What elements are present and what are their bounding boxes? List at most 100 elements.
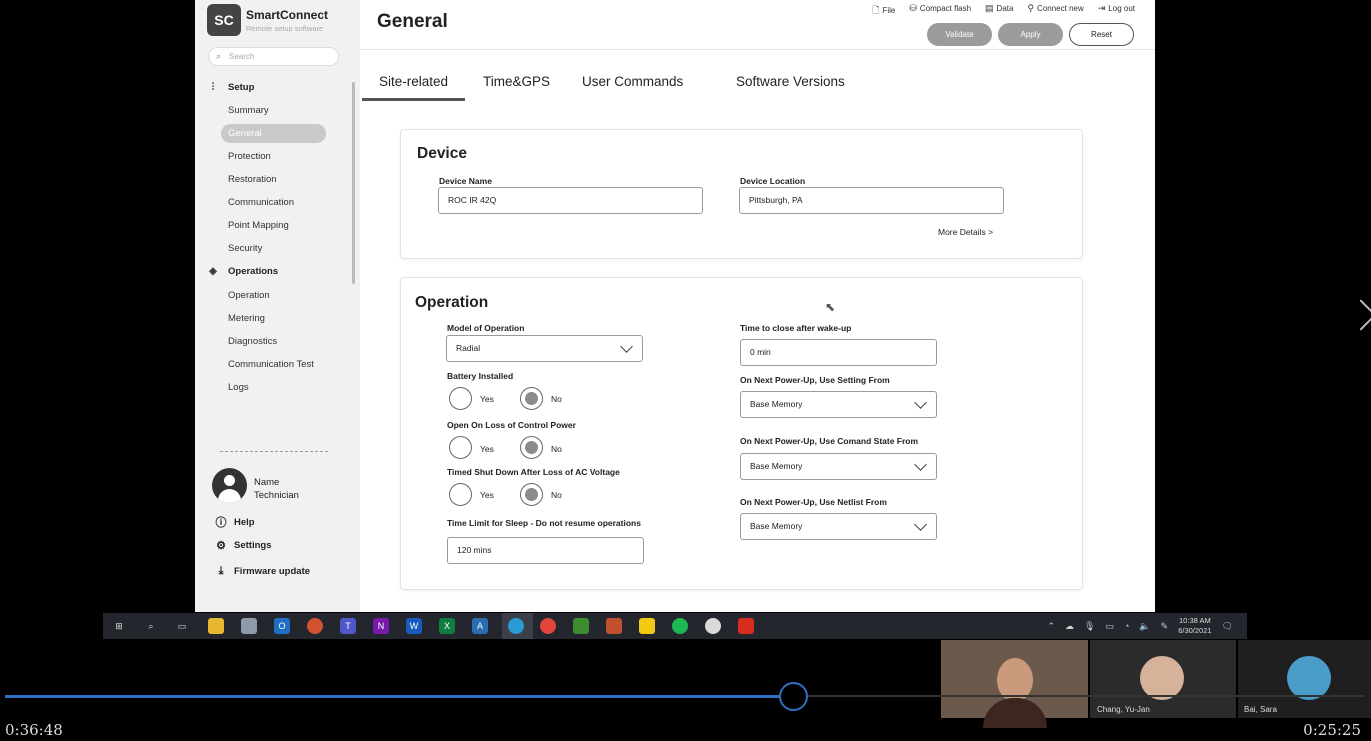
setting-from-label: On Next Power-Up, Use Setting From [740,375,890,385]
app-icon[interactable] [241,618,257,634]
notification-icon[interactable]: 🗨 [1222,621,1233,632]
sidebar-item-metering[interactable]: Metering [228,313,265,324]
participant-video-tile[interactable] [941,640,1088,728]
firmware-update-link[interactable]: ⤓ Firmware update [215,565,310,578]
user-role: Technician [254,490,299,501]
help-link[interactable]: ⓘ Help [215,514,255,530]
sidebar-section-setup[interactable]: ⫶ Setup [207,82,255,93]
file-link[interactable]: 🗋 File [872,3,895,19]
chrome-icon[interactable] [540,618,556,634]
validate-button[interactable]: Validate [927,23,992,46]
compact-flash-link[interactable]: ⛁ Compact flash [909,3,971,19]
sidebar-item-communication[interactable]: Communication [228,197,294,208]
windows-taskbar: ⊞ ⌕ ▭ O T N W X A ⌃ ☁ 🎙 ▭ ◔ 🔈 ✎ 10:38 AM [103,613,1247,639]
elapsed-time: 0:36:48 [5,721,63,739]
taskbar-clock[interactable]: 10:38 AM 6/30/2021 [1178,616,1211,636]
timed-shutdown-no-label: No [551,490,562,500]
connect-icon: ⚲ [1027,3,1035,13]
file-explorer-icon[interactable] [208,618,224,634]
battery-yes-radio[interactable] [449,387,472,410]
excel-icon[interactable]: X [439,618,455,634]
battery-yes-label: Yes [480,394,494,404]
sidebar-item-restoration[interactable]: Restoration [228,174,277,185]
open-loss-no-label: No [551,444,562,454]
data-link[interactable]: ▤ Data [985,3,1013,19]
tab-site-related[interactable]: Site-related [379,74,448,89]
open-loss-yes-radio[interactable] [449,436,472,459]
battery-icon[interactable]: ▭ [1105,621,1114,632]
battery-installed-label: Battery Installed [447,371,514,381]
app-icon[interactable] [606,618,622,634]
app-icon[interactable] [705,618,721,634]
netlist-select[interactable]: Base Memory [740,513,937,540]
spotify-icon[interactable] [672,618,688,634]
wake-up-field[interactable]: 0 min [740,339,937,366]
teams-icon[interactable]: T [340,618,356,634]
outlook-icon[interactable]: O [274,618,290,634]
timed-shutdown-no-radio[interactable] [520,483,543,506]
model-of-operation-select[interactable]: Radial [446,335,643,362]
sidebar-scrollbar[interactable] [352,82,355,284]
sidebar-item-diagnostics[interactable]: Diagnostics [228,336,277,347]
participant-tile-bai[interactable]: Bai, Sara [1238,640,1371,718]
device-card-title: Device [417,145,467,162]
video-progress-handle[interactable] [779,682,809,711]
battery-no-label: No [551,394,562,404]
top-toolbar: 🗋 File ⛁ Compact flash ▤ Data ⚲ Connect new … [872,3,1135,19]
search-input[interactable]: ⌕ Search [208,47,339,66]
sidebar-item-point-mapping[interactable]: Point Mapping [228,220,289,231]
volume-icon[interactable]: 🔈 [1139,621,1150,632]
sidebar-item-logs[interactable]: Logs [228,382,249,393]
search-icon[interactable]: ⌕ [143,618,159,634]
timed-shutdown-yes-radio[interactable] [449,483,472,506]
reset-button[interactable]: Reset [1069,23,1134,46]
database-icon: ⛁ [909,3,917,13]
sidebar: SC SmartConnect Remote setup software ⌕ … [195,0,360,612]
next-slide-icon[interactable] [1345,299,1371,331]
command-state-select[interactable]: Base Memory [740,453,937,480]
word-icon[interactable]: W [406,618,422,634]
tab-time-gps[interactable]: Time&GPS [483,74,550,89]
avatar[interactable] [212,468,247,503]
pen-icon[interactable]: ✎ [1161,621,1169,632]
sidebar-item-operation[interactable]: Operation [228,290,270,301]
sidebar-item-protection[interactable]: Protection [228,151,271,162]
header-divider [360,49,1155,50]
edge-icon[interactable] [508,618,524,634]
settings-link[interactable]: ⚙ Settings [215,539,271,552]
setting-from-select[interactable]: Base Memory [740,391,937,418]
smartconnect-logo: SC [207,4,241,36]
sidebar-item-security[interactable]: Security [228,243,262,254]
tab-software-versions[interactable]: Software Versions [736,74,845,89]
onenote-icon[interactable]: N [373,618,389,634]
wifi-icon[interactable]: ◔ [1124,621,1129,631]
chevron-up-icon[interactable]: ⌃ [1047,621,1055,632]
sidebar-item-general[interactable]: General [228,128,262,139]
more-details-link[interactable]: More Details > [938,227,993,237]
tab-user-commands[interactable]: User Commands [582,74,683,89]
open-loss-no-radio[interactable] [520,436,543,459]
powerpoint-icon[interactable] [307,618,323,634]
sidebar-item-communication-test[interactable]: Communication Test [228,359,314,370]
open-on-loss-label: Open On Loss of Control Power [447,420,576,430]
task-view-icon[interactable]: ▭ [174,618,190,634]
sidebar-section-operations[interactable]: ◈ Operations [207,266,278,277]
connect-new-link[interactable]: ⚲ Connect new [1027,3,1083,19]
onedrive-icon[interactable]: ☁ [1065,621,1074,632]
windows-start-icon[interactable]: ⊞ [111,618,127,634]
sticky-notes-icon[interactable] [639,618,655,634]
sidebar-item-summary[interactable]: Summary [228,105,269,116]
device-location-field[interactable]: Pittsburgh, PA [739,187,1004,214]
azure-icon[interactable]: A [472,618,488,634]
log-out-link[interactable]: ⇥ Log out [1098,3,1135,19]
participant-tile-chang[interactable]: Chang, Yu-Jan [1090,640,1236,718]
open-loss-yes-label: Yes [480,444,494,454]
app-icon[interactable] [573,618,589,634]
acrobat-icon[interactable] [738,618,754,634]
microphone-icon[interactable]: 🎙 [1084,621,1095,632]
participant-avatar [1140,656,1184,700]
apply-button[interactable]: Apply [998,23,1063,46]
sleep-limit-field[interactable]: 120 mins [447,537,644,564]
battery-no-radio[interactable] [520,387,543,410]
device-name-field[interactable]: ROC IR 42Q [438,187,703,214]
